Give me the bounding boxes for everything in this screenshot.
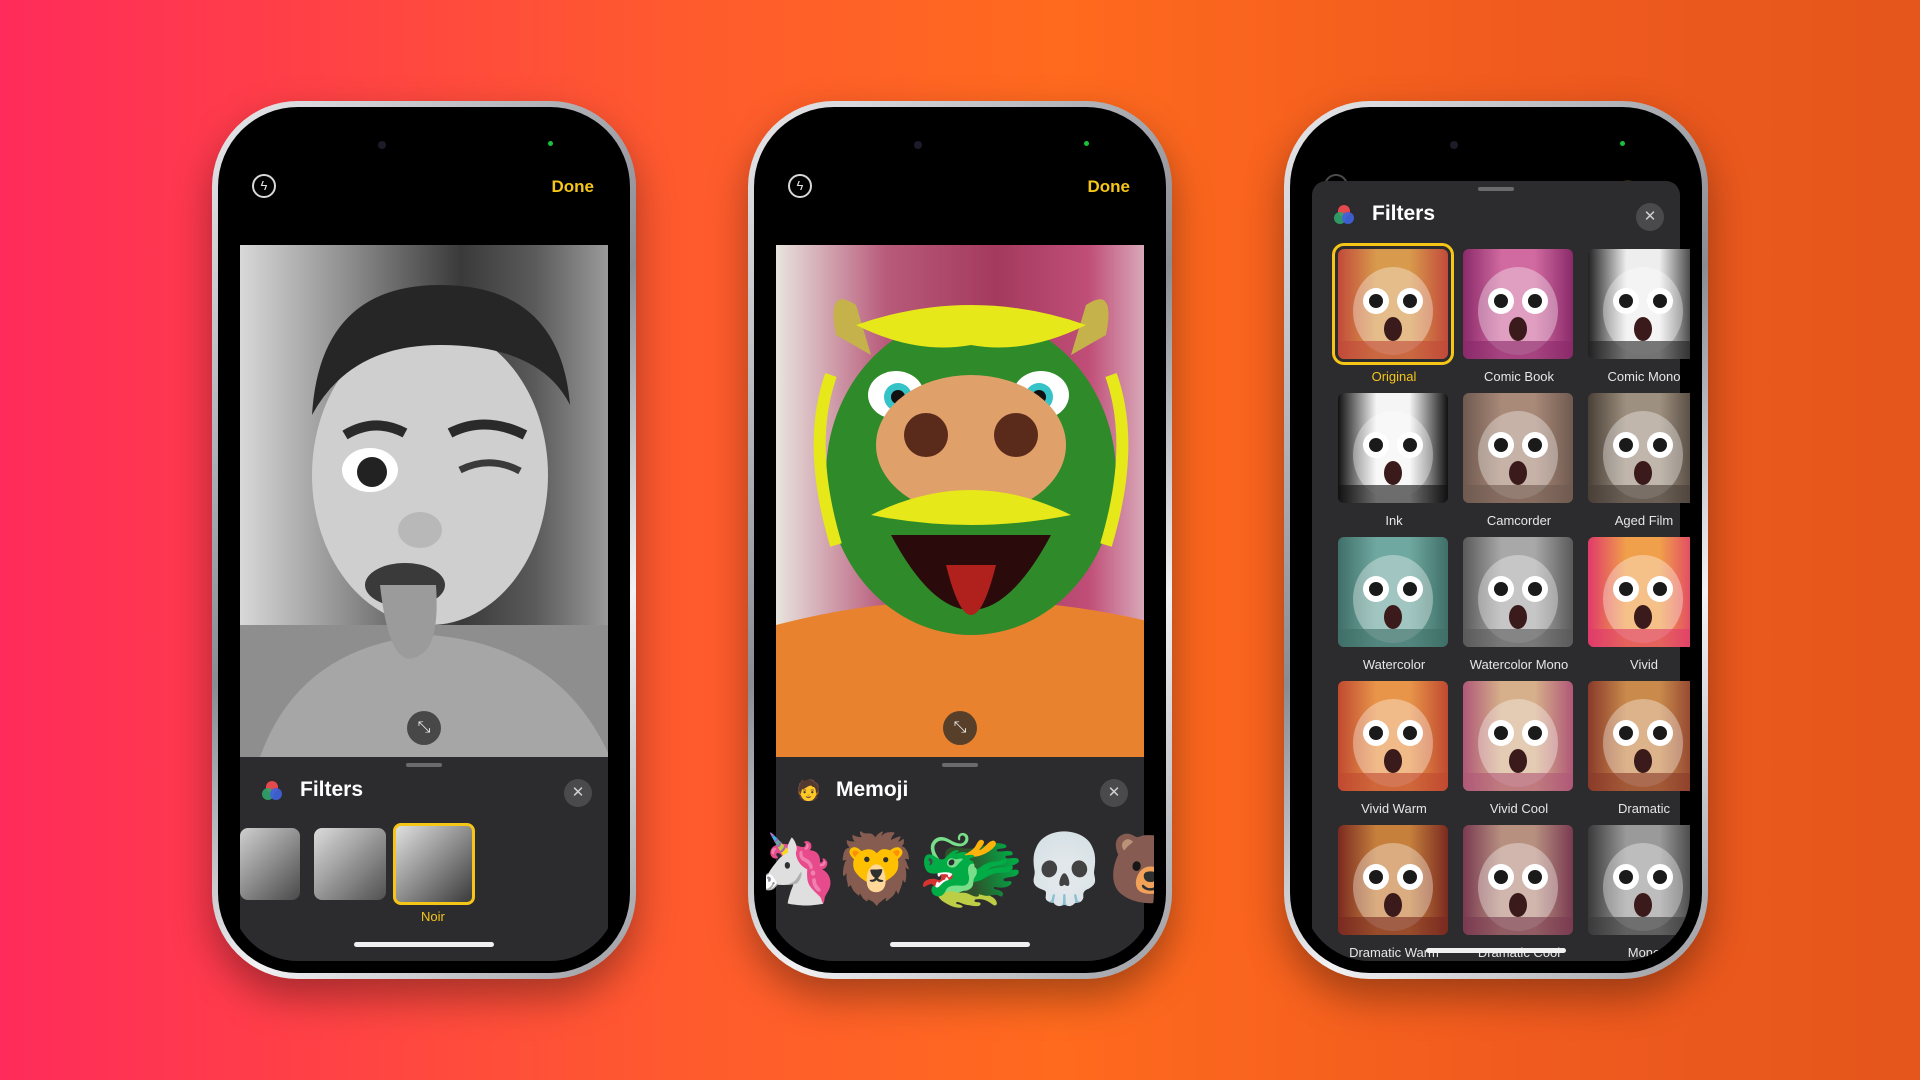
filter-label: Comic Mono	[1607, 369, 1681, 384]
memoji-bear[interactable]: 🐻	[1108, 829, 1154, 909]
expand-icon[interactable]: ⤡	[407, 711, 441, 745]
filter-vivid-warm[interactable]: Vivid Warm	[1338, 681, 1450, 816]
filter-preview-image	[1588, 681, 1690, 791]
filter-label: Vivid	[1630, 657, 1658, 672]
filters-sheet: Filters ✕ Original Comic Book Comic Mono In…	[1312, 181, 1690, 961]
phone-bezel: ϟ Done ⤡ Filters ✕ Noir	[218, 107, 630, 973]
filter-thumbnail[interactable]	[240, 828, 300, 900]
filter-preview-image	[1463, 249, 1573, 359]
filter-label: Mono	[1627, 945, 1661, 960]
memoji-unicorn[interactable]: 🦄	[766, 829, 839, 909]
front-camera	[378, 141, 386, 149]
filter-label: Vivid Cool	[1489, 801, 1549, 816]
camera-indicator-dot	[1084, 141, 1089, 146]
camera-viewfinder: ⤡	[240, 245, 608, 757]
filter-preview-image	[1463, 681, 1573, 791]
filter-comic-mono[interactable]: Comic Mono	[1588, 249, 1690, 384]
filter-label: Watercolor Mono	[1469, 657, 1569, 672]
filter-preview-image	[1588, 393, 1690, 503]
filter-mono[interactable]: Mono	[1588, 825, 1690, 960]
done-button[interactable]: Done	[1088, 177, 1131, 197]
filter-original[interactable]: Original	[1332, 243, 1454, 384]
filter-watercolor-mono[interactable]: Watercolor Mono	[1463, 537, 1575, 672]
filter-camcorder[interactable]: Camcorder	[1463, 393, 1575, 528]
camera-indicator-dot	[1620, 141, 1625, 146]
expand-icon[interactable]: ⤡	[943, 711, 977, 745]
filter-dramatic-warm[interactable]: Dramatic Warm	[1338, 825, 1450, 960]
memoji-lion[interactable]: 🦁	[834, 829, 919, 909]
phone-bezel: ϟ Done ⤡ 🧑 Memoji ✕ 🦄 🦁 🐲 💀 🐻	[754, 107, 1166, 973]
filter-vivid-cool[interactable]: Vivid Cool	[1463, 681, 1575, 816]
filter-dramatic[interactable]: Dramatic	[1588, 681, 1690, 816]
camera-screen: ϟ Done ⤡ Filters ✕ Noir	[230, 119, 618, 961]
filter-preview-image	[1338, 537, 1448, 647]
flash-icon[interactable]: ϟ	[252, 174, 276, 198]
filter-aged-film[interactable]: Aged Film	[1588, 393, 1690, 528]
filter-comic-book[interactable]: Comic Book	[1463, 249, 1575, 384]
phone-filters-noir: ϟ Done ⤡ Filters ✕ Noir	[212, 101, 636, 979]
filters-panel: Filters ✕ Noir	[240, 757, 608, 961]
front-camera	[914, 141, 922, 149]
filter-label: Original	[1371, 369, 1417, 384]
filter-preview-image	[1332, 243, 1454, 365]
filter-label: Vivid Warm	[1361, 801, 1427, 816]
flash-icon[interactable]: ϟ	[788, 174, 812, 198]
filter-preview-image	[1338, 393, 1448, 503]
filter-preview-image	[1338, 681, 1448, 791]
filters-icon	[262, 781, 282, 800]
panel-title: Filters	[1372, 202, 1436, 225]
filter-preview-image	[1463, 537, 1573, 647]
close-icon[interactable]: ✕	[1100, 779, 1128, 807]
camera-screen: ϟ Done ⤡ 🧑 Memoji ✕ 🦄 🦁 🐲 💀 🐻	[766, 119, 1154, 961]
done-button[interactable]: Done	[552, 177, 595, 197]
filter-label: Camcorder	[1486, 513, 1552, 528]
memoji-skull[interactable]: 💀	[1022, 829, 1107, 909]
filter-vivid[interactable]: Vivid	[1588, 537, 1690, 672]
phone-memoji: ϟ Done ⤡ 🧑 Memoji ✕ 🦄 🦁 🐲 💀 🐻	[748, 101, 1172, 979]
panel-grabber[interactable]	[406, 763, 442, 767]
filters-icon	[1334, 205, 1354, 224]
close-icon[interactable]: ✕	[564, 779, 592, 807]
filter-label: Dramatic	[1617, 801, 1670, 816]
filter-watercolor[interactable]: Watercolor	[1338, 537, 1450, 672]
dragon-memoji	[776, 299, 1144, 757]
home-indicator	[354, 942, 494, 947]
filter-preview-image	[1463, 393, 1573, 503]
filter-preview-image	[1588, 249, 1690, 359]
phone-bezel: ϟ Done Filters ✕ OriginalComic BookComic…	[1290, 107, 1702, 973]
filter-label: Aged Film	[1614, 513, 1674, 528]
panel-title: Memoji	[836, 778, 909, 801]
filter-preview-image	[1463, 825, 1573, 935]
phone-filters-grid: ϟ Done Filters ✕ OriginalComic BookComic…	[1284, 101, 1708, 979]
filter-label: Comic Book	[1483, 369, 1555, 384]
filter-preview-image	[1588, 825, 1690, 935]
close-icon[interactable]: ✕	[1636, 203, 1664, 231]
front-camera	[1450, 141, 1458, 149]
camera-viewfinder: ⤡	[776, 245, 1144, 757]
filter-thumbnail-noir[interactable]	[393, 823, 475, 905]
camera-indicator-dot	[548, 141, 553, 146]
filter-thumbnail[interactable]	[314, 828, 386, 900]
panel-grabber[interactable]	[942, 763, 978, 767]
memoji-dragon[interactable]: 🐲	[916, 821, 1026, 917]
selected-filter-label: Noir	[421, 909, 445, 924]
memoji-icon: 🧑	[796, 780, 821, 802]
home-indicator	[1426, 948, 1566, 953]
memoji-noir-face	[240, 285, 608, 757]
camera-screen: ϟ Done Filters ✕ OriginalComic BookComic…	[1302, 119, 1690, 961]
filter-label: Watercolor	[1362, 657, 1426, 672]
filter-preview-image	[1588, 537, 1690, 647]
panel-grabber[interactable]	[1478, 187, 1514, 191]
filter-preview-image	[1338, 825, 1448, 935]
panel-title: Filters	[300, 778, 364, 801]
filter-ink[interactable]: Ink	[1338, 393, 1450, 528]
filter-label: Ink	[1385, 513, 1403, 528]
memoji-panel: 🧑 Memoji ✕ 🦄 🦁 🐲 💀 🐻	[766, 757, 1154, 961]
home-indicator	[890, 942, 1030, 947]
filter-dramatic-cool[interactable]: Dramatic Cool	[1463, 825, 1575, 960]
